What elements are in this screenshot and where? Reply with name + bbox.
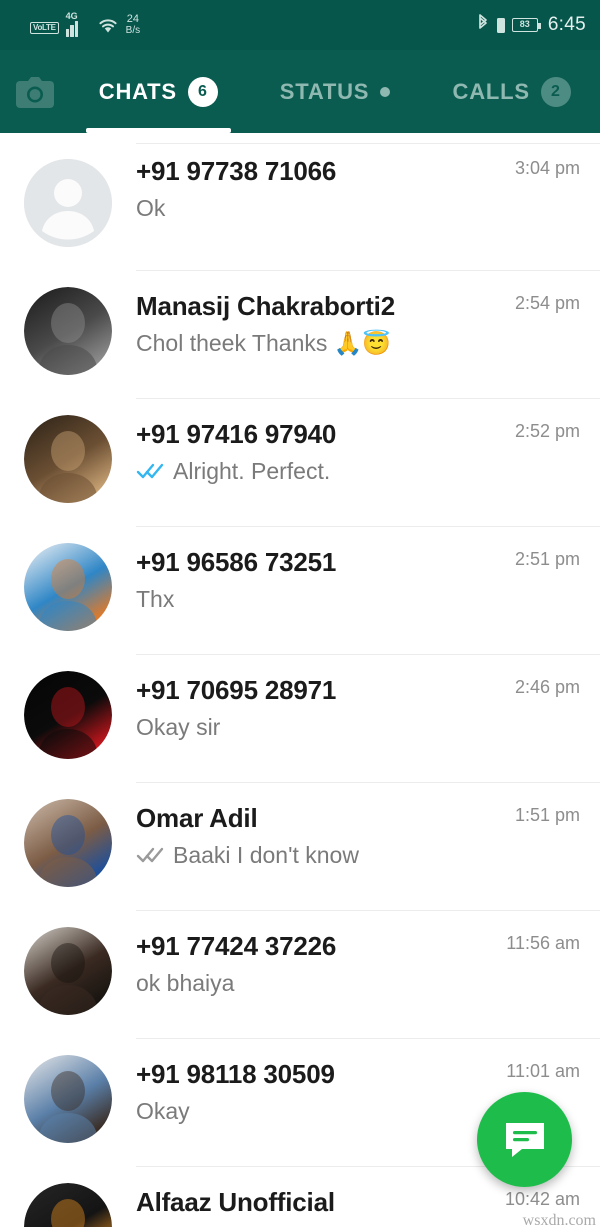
chat-item-message: Thx: [136, 586, 175, 612]
chat-item-name: +91 96586 73251: [136, 547, 337, 577]
avatar[interactable]: [0, 527, 136, 631]
chat-list-item[interactable]: Omar Adil Baaki I don't know 1:51 pm: [0, 783, 600, 911]
avatar[interactable]: [0, 399, 136, 503]
tab-status[interactable]: STATUS: [247, 50, 424, 133]
chat-list[interactable]: +91 97738 71066 Ok 3:04 pm Manasij Chakrabo…: [0, 133, 600, 1227]
tab-bar: CHATS 6 STATUS CALLS 2: [70, 50, 600, 133]
chat-item-content: +91 70695 28971 Okay sir 2:46 pm: [136, 655, 600, 783]
chat-item-message: Okay sir: [136, 714, 221, 740]
chat-item-message-line: Alright. Perfect.: [136, 456, 580, 486]
chat-item-time: 3:04 pm: [514, 158, 580, 178]
wifi-icon: [97, 16, 119, 36]
delivered-ticks-icon: [136, 845, 166, 865]
new-chat-icon: [505, 1122, 544, 1157]
signal-icon: 4G: [65, 10, 90, 37]
chat-item-message-line: Chol theek Thanks 🙏😇: [136, 328, 580, 358]
chat-list-item[interactable]: +91 70695 28971 Okay sir 2:46 pm: [0, 655, 600, 783]
status-bar-right: 83 6:45: [476, 13, 586, 38]
photo-avatar-black-logo[interactable]: [24, 671, 112, 759]
watermark: wsxdn.com: [522, 1212, 596, 1229]
tab-chats[interactable]: CHATS 6: [70, 50, 247, 133]
photo-avatar-man-blue[interactable]: [24, 799, 112, 887]
chat-item-message: Baaki I don't know: [173, 842, 359, 868]
tab-calls[interactable]: CALLS 2: [423, 50, 600, 133]
photo-avatar-dark-orange[interactable]: [24, 1183, 112, 1227]
chat-item-message-line: Ok: [136, 193, 580, 223]
status-bar-clock: 6:45: [547, 14, 586, 35]
chat-item-content: +91 77424 37226 ok bhaiya 11:56 am: [136, 911, 600, 1039]
chat-item-name: +91 97416 97940: [136, 419, 337, 449]
chat-item-time: 2:51 pm: [514, 549, 580, 569]
chat-item-content: Manasij Chakraborti2 Chol theek Thanks 🙏😇…: [136, 271, 600, 399]
chat-item-time: 11:01 am: [506, 1061, 580, 1081]
tab-calls-label: CALLS: [452, 78, 530, 104]
avatar[interactable]: [0, 1039, 136, 1143]
chat-item-name: Omar Adil: [136, 803, 258, 833]
avatar[interactable]: [0, 783, 136, 887]
photo-avatar-couple[interactable]: [24, 415, 112, 503]
new-chat-fab[interactable]: [477, 1092, 572, 1187]
avatar[interactable]: [0, 911, 136, 1015]
avatar[interactable]: [0, 1167, 136, 1227]
chat-item-content: +91 97738 71066 Ok 3:04 pm: [136, 143, 600, 271]
data-rate-value: 24: [126, 12, 139, 25]
avatar[interactable]: [0, 143, 136, 247]
vibrate-icon: [496, 17, 505, 33]
tab-status-label: STATUS: [279, 78, 370, 104]
avatar[interactable]: [0, 271, 136, 375]
chat-item-time: 2:54 pm: [514, 293, 580, 313]
chat-item-message-line: ok bhaiya: [136, 968, 580, 998]
photo-avatar-bw-portrait[interactable]: [24, 287, 112, 375]
tab-chats-label: CHATS: [98, 78, 177, 104]
tab-calls-badge: 2: [540, 76, 571, 107]
chat-list-item[interactable]: +91 97738 71066 Ok 3:04 pm: [0, 133, 600, 271]
chat-item-content: +91 96586 73251 Thx 2:51 pm: [136, 527, 600, 655]
chat-item-content: +91 97416 97940 Alright. Perfect. 2:52 pm: [136, 399, 600, 527]
chat-item-message: Okay: [136, 1098, 190, 1124]
chat-list-item[interactable]: +91 77424 37226 ok bhaiya 11:56 am: [0, 911, 600, 1039]
avatar[interactable]: [0, 655, 136, 759]
chat-item-time: 2:46 pm: [514, 677, 580, 697]
chat-item-message-line: Baaki I don't know: [136, 840, 580, 870]
app-bar: CHATS 6 STATUS CALLS 2: [0, 50, 600, 133]
chat-item-message-line: Okay sir: [136, 712, 580, 742]
battery-icon: 83: [511, 18, 541, 32]
chat-item-message: Chol theek Thanks 🙏😇: [136, 330, 392, 356]
chat-item-message: Alright. Perfect.: [173, 458, 331, 484]
photo-avatar-deity[interactable]: [24, 543, 112, 631]
bluetooth-icon: [476, 13, 490, 38]
chat-item-time: 11:56 am: [506, 933, 580, 953]
chat-list-item[interactable]: Manasij Chakraborti2 Chol theek Thanks 🙏😇…: [0, 271, 600, 399]
chat-item-time: 1:51 pm: [514, 805, 580, 825]
chat-list-item[interactable]: +91 97416 97940 Alright. Perfect. 2:52 pm: [0, 399, 600, 527]
chat-item-message: ok bhaiya: [136, 970, 235, 996]
camera-tab-button[interactable]: [0, 75, 70, 109]
chat-item-time: 2:52 pm: [514, 421, 580, 441]
status-bar-left: VoLTE 4G 24 B/s: [30, 10, 141, 37]
camera-icon: [16, 76, 54, 108]
chat-item-message-line: Thx: [136, 584, 580, 614]
chat-list-item[interactable]: +91 96586 73251 Thx 2:51 pm: [0, 527, 600, 655]
volte-icon: VoLTE: [30, 21, 59, 34]
default-avatar[interactable]: [24, 159, 112, 247]
status-bar: VoLTE 4G 24 B/s 83 6:45: [0, 0, 600, 50]
data-rate-unit: B/s: [125, 24, 141, 36]
chat-item-name: +91 70695 28971: [136, 675, 337, 705]
photo-avatar-man-glasses[interactable]: [24, 1055, 112, 1143]
tab-chats-badge: 6: [187, 76, 218, 107]
read-ticks-icon: [136, 461, 166, 481]
chat-item-message: Ok: [136, 195, 166, 221]
chat-item-name: Manasij Chakraborti2: [136, 291, 395, 321]
chat-item-name: +91 97738 71066: [136, 156, 337, 186]
network-generation-label: 4G: [65, 10, 78, 21]
status-unseen-dot-icon: [380, 86, 391, 97]
chat-item-time: 10:42 am: [504, 1189, 580, 1209]
chat-item-content: Omar Adil Baaki I don't know 1:51 pm: [136, 783, 600, 911]
data-rate-indicator: 24 B/s: [125, 12, 141, 36]
photo-avatar-man-dark-hair[interactable]: [24, 927, 112, 1015]
